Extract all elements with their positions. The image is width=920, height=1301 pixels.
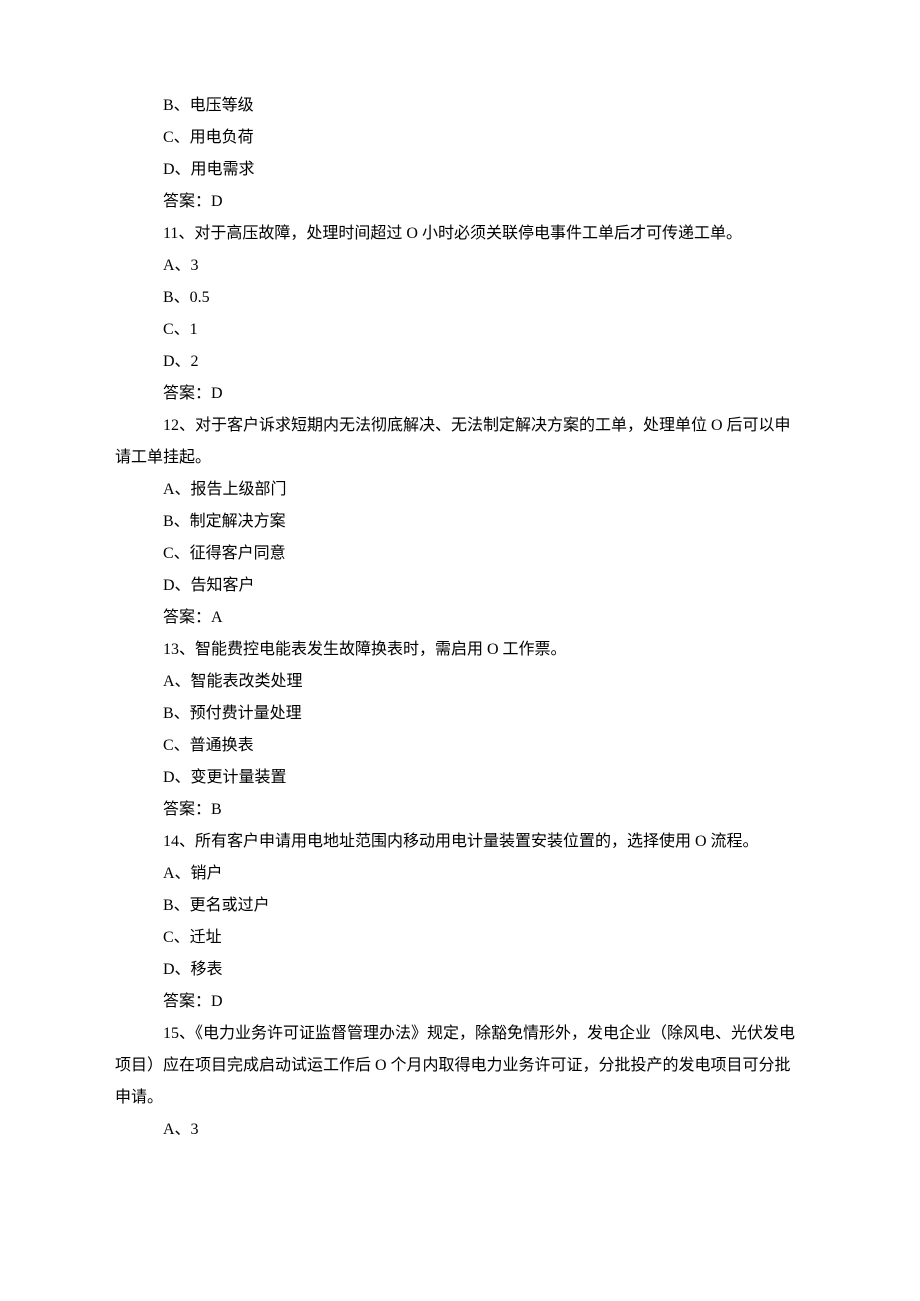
text-line: B、预付费计量处理 bbox=[115, 698, 805, 730]
text-line: D、告知客户 bbox=[115, 570, 805, 602]
text-line: C、迁址 bbox=[115, 922, 805, 954]
text-line: 12、对于客户诉求短期内无法彻底解决、无法制定解决方案的工单，处理单位 O 后可… bbox=[115, 410, 805, 474]
text-line: D、变更计量装置 bbox=[115, 762, 805, 794]
text-line: A、销户 bbox=[115, 858, 805, 890]
text-line: B、电压等级 bbox=[115, 90, 805, 122]
text-line: C、征得客户同意 bbox=[115, 538, 805, 570]
text-line: D、用电需求 bbox=[115, 154, 805, 186]
text-line: 14、所有客户申请用电地址范围内移动用电计量装置安装位置的，选择使用 O 流程。 bbox=[115, 826, 805, 858]
text-line: B、制定解决方案 bbox=[115, 506, 805, 538]
text-line: D、移表 bbox=[115, 954, 805, 986]
text-line: A、智能表改类处理 bbox=[115, 666, 805, 698]
text-line: C、用电负荷 bbox=[115, 122, 805, 154]
text-line: 答案：D bbox=[115, 186, 805, 218]
text-line: D、2 bbox=[115, 346, 805, 378]
text-line: C、普通换表 bbox=[115, 730, 805, 762]
text-line: A、3 bbox=[115, 1114, 805, 1146]
text-line: A、报告上级部门 bbox=[115, 474, 805, 506]
text-line: A、3 bbox=[115, 250, 805, 282]
text-line: 答案：D bbox=[115, 986, 805, 1018]
text-line: 答案：A bbox=[115, 602, 805, 634]
text-line: 13、智能费控电能表发生故障换表时，需启用 O 工作票。 bbox=[115, 634, 805, 666]
text-line: C、1 bbox=[115, 314, 805, 346]
text-line: B、0.5 bbox=[115, 282, 805, 314]
text-line: 11、对于高压故障，处理时间超过 O 小时必须关联停电事件工单后才可传递工单。 bbox=[115, 218, 805, 250]
text-line: 答案：D bbox=[115, 378, 805, 410]
text-line: 答案：B bbox=[115, 794, 805, 826]
text-line: 15、《电力业务许可证监督管理办法》规定，除豁免情形外，发电企业（除风电、光伏发… bbox=[115, 1018, 805, 1114]
text-line: B、更名或过户 bbox=[115, 890, 805, 922]
document-body: B、电压等级C、用电负荷D、用电需求答案：D11、对于高压故障，处理时间超过 O… bbox=[115, 90, 805, 1146]
